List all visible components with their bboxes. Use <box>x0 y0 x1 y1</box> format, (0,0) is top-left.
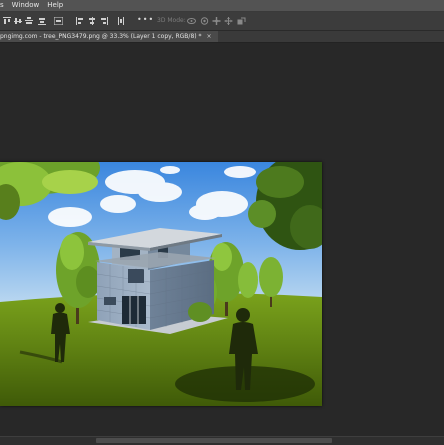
menu-bar: s Window Help <box>0 0 444 12</box>
align-horizontal-centers-icon[interactable] <box>88 17 96 25</box>
horizontal-scrollbar-thumb[interactable] <box>96 438 332 443</box>
document-tab-title: pngimg.com - tree_PNG3479.png @ 33.3% (L… <box>0 33 202 40</box>
slide-3d-icon[interactable] <box>224 17 233 25</box>
scale-3d-icon[interactable] <box>237 17 246 25</box>
options-bar: ••• 3D Mode: <box>0 12 444 31</box>
pan-3d-icon[interactable] <box>212 17 221 25</box>
menu-item-help[interactable]: Help <box>43 0 67 11</box>
align-top-edges-icon[interactable] <box>3 17 11 25</box>
document-tab-bar: pngimg.com - tree_PNG3479.png @ 33.3% (L… <box>0 31 444 43</box>
menu-item-type[interactable]: s <box>0 0 8 11</box>
distribute-horizontal-icon[interactable] <box>117 17 125 25</box>
align-left-edges-icon[interactable] <box>76 17 84 25</box>
menu-item-window[interactable]: Window <box>8 0 44 11</box>
roll-3d-icon[interactable] <box>200 17 209 25</box>
document-tab[interactable]: pngimg.com - tree_PNG3479.png @ 33.3% (L… <box>0 31 218 42</box>
composited-house-scene-image <box>0 162 322 406</box>
more-options-icon[interactable]: ••• <box>137 15 154 24</box>
orbit-3d-icon[interactable] <box>187 17 196 25</box>
align-vertical-centers-icon[interactable] <box>14 17 22 25</box>
align-right-edges-icon[interactable] <box>100 17 108 25</box>
three-d-mode-label: 3D Mode: <box>157 17 186 24</box>
align-bottom-edges-icon[interactable] <box>25 17 33 25</box>
align-middle-icon[interactable] <box>38 17 46 25</box>
distribute-icon[interactable] <box>54 17 63 25</box>
document-canvas-image[interactable] <box>0 162 322 406</box>
close-icon[interactable]: × <box>207 33 212 40</box>
